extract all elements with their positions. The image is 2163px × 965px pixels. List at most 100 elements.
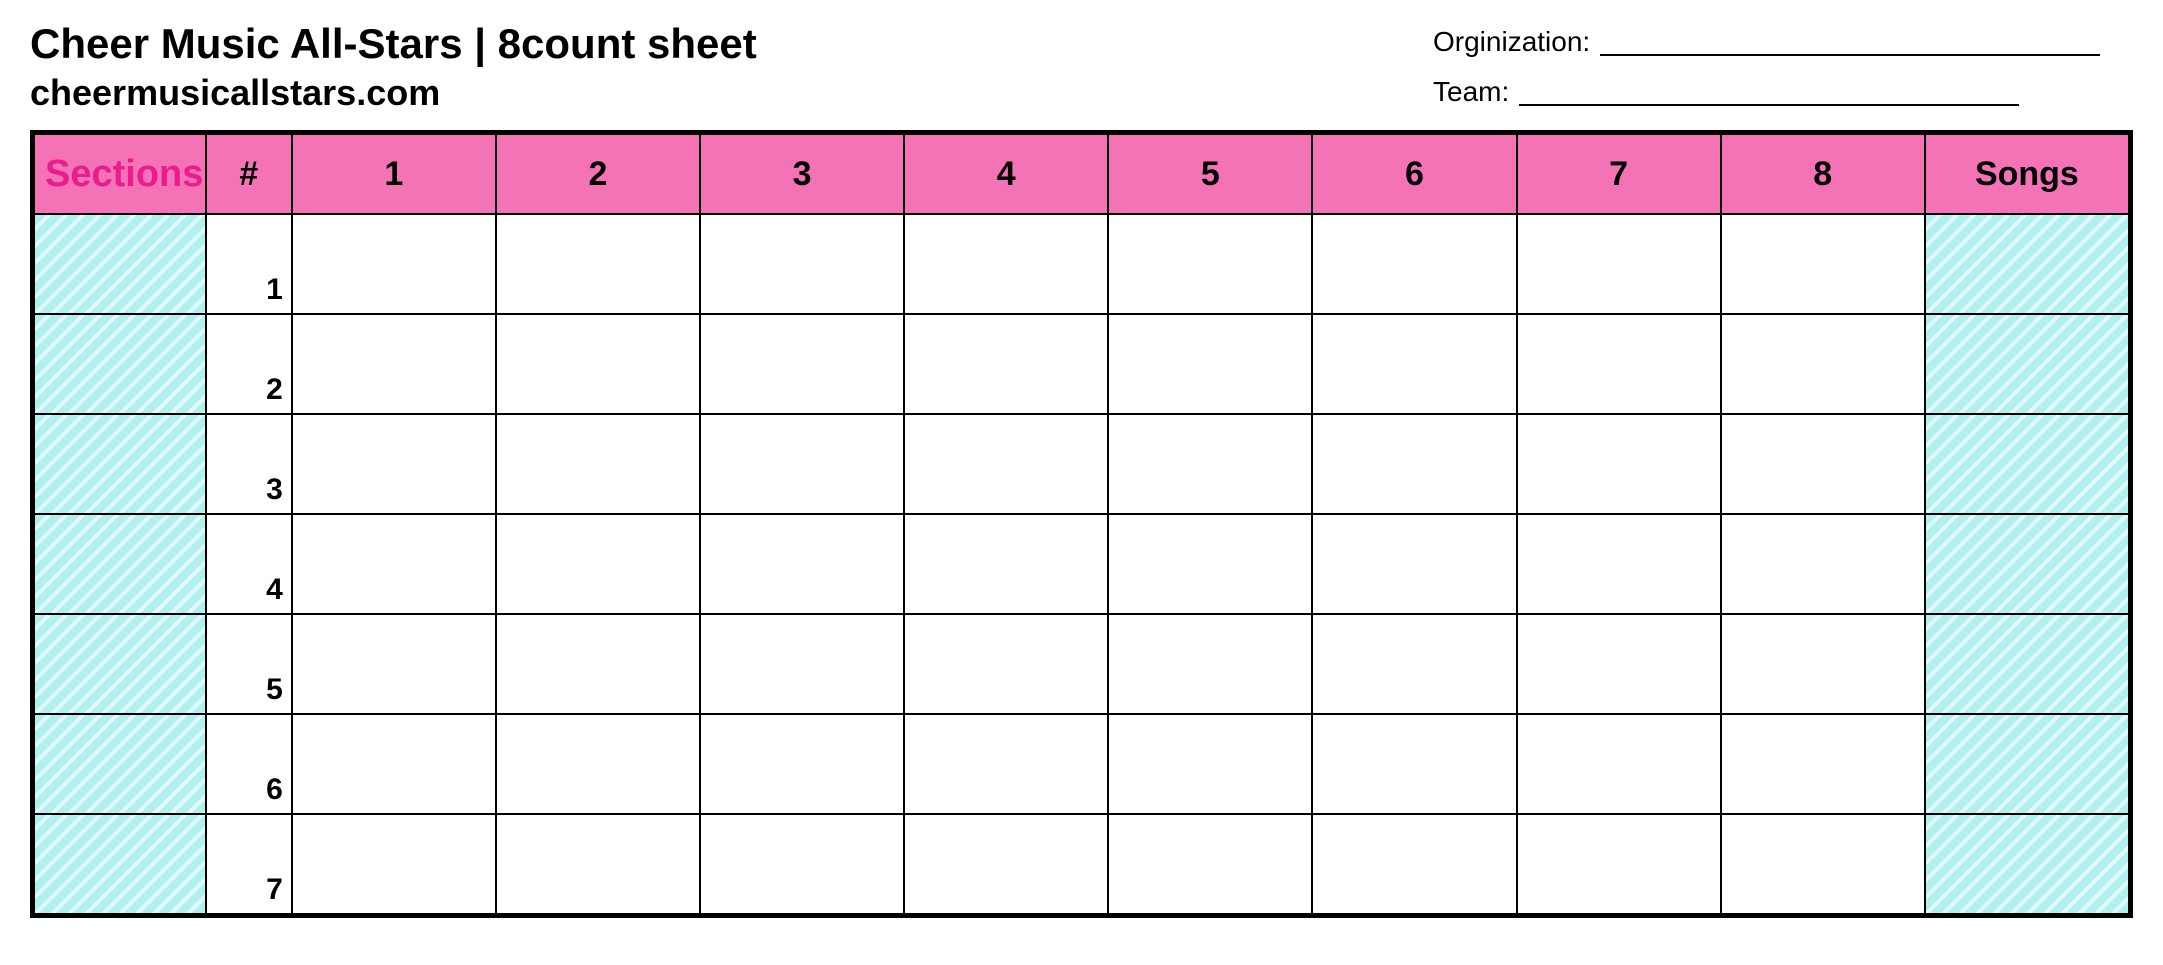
- cell-count-5-7[interactable]: [1517, 614, 1721, 714]
- cell-count-7-7[interactable]: [1517, 814, 1721, 914]
- cell-songs-1: [1925, 214, 2129, 314]
- org-row: Orginization:: [1433, 26, 2133, 58]
- cell-count-3-7[interactable]: [1517, 414, 1721, 514]
- cell-count-1-7[interactable]: [1517, 214, 1721, 314]
- cell-count-5-5[interactable]: [1108, 614, 1312, 714]
- cell-count-6-5[interactable]: [1108, 714, 1312, 814]
- col-header-5: 5: [1108, 134, 1312, 214]
- cell-count-6-1[interactable]: [292, 714, 496, 814]
- cell-count-1-5[interactable]: [1108, 214, 1312, 314]
- main-title: Cheer Music All-Stars | 8count sheet: [30, 20, 757, 68]
- cell-count-6-7[interactable]: [1517, 714, 1721, 814]
- cell-count-7-1[interactable]: [292, 814, 496, 914]
- cell-count-4-7[interactable]: [1517, 514, 1721, 614]
- col-header-sections: Sections: [34, 134, 206, 214]
- cell-count-6-6[interactable]: [1312, 714, 1516, 814]
- col-header-1: 1: [292, 134, 496, 214]
- cell-count-3-8[interactable]: [1721, 414, 1925, 514]
- cell-count-6-4[interactable]: [904, 714, 1108, 814]
- cell-count-1-8[interactable]: [1721, 214, 1925, 314]
- table-row: 4: [34, 514, 2129, 614]
- cell-count-2-6[interactable]: [1312, 314, 1516, 414]
- cell-count-4-4[interactable]: [904, 514, 1108, 614]
- form-fields: Orginization: Team:: [1433, 20, 2133, 108]
- col-header-7: 7: [1517, 134, 1721, 214]
- cell-sections-3: [34, 414, 206, 514]
- cell-count-7-6[interactable]: [1312, 814, 1516, 914]
- title-block: Cheer Music All-Stars | 8count sheet che…: [30, 20, 757, 114]
- cell-count-7-2[interactable]: [496, 814, 700, 914]
- sheet-table-container: Sections # 1 2 3 4 5 6 7 8 Songs 1234567: [30, 130, 2133, 918]
- cell-count-3-4[interactable]: [904, 414, 1108, 514]
- team-label: Team:: [1433, 76, 1509, 108]
- cell-sections-2: [34, 314, 206, 414]
- cell-count-1-4[interactable]: [904, 214, 1108, 314]
- cell-count-5-4[interactable]: [904, 614, 1108, 714]
- cell-count-3-3[interactable]: [700, 414, 904, 514]
- cell-count-1-2[interactable]: [496, 214, 700, 314]
- cell-count-6-3[interactable]: [700, 714, 904, 814]
- cell-count-4-1[interactable]: [292, 514, 496, 614]
- cell-count-5-1[interactable]: [292, 614, 496, 714]
- cell-count-1-3[interactable]: [700, 214, 904, 314]
- cell-count-7-4[interactable]: [904, 814, 1108, 914]
- cell-songs-2: [1925, 314, 2129, 414]
- cell-count-7-3[interactable]: [700, 814, 904, 914]
- col-header-num: #: [206, 134, 292, 214]
- cell-count-1-6[interactable]: [1312, 214, 1516, 314]
- cell-count-7-8[interactable]: [1721, 814, 1925, 914]
- cell-sections-4: [34, 514, 206, 614]
- cell-count-2-5[interactable]: [1108, 314, 1312, 414]
- col-header-8: 8: [1721, 134, 1925, 214]
- cell-count-1-1[interactable]: [292, 214, 496, 314]
- cell-count-6-8[interactable]: [1721, 714, 1925, 814]
- sheet-table: Sections # 1 2 3 4 5 6 7 8 Songs 1234567: [33, 133, 2130, 915]
- cell-num-1: 1: [206, 214, 292, 314]
- cell-num-3: 3: [206, 414, 292, 514]
- col-header-6: 6: [1312, 134, 1516, 214]
- col-header-songs: Songs: [1925, 134, 2129, 214]
- cell-count-2-7[interactable]: [1517, 314, 1721, 414]
- col-header-3: 3: [700, 134, 904, 214]
- cell-count-4-6[interactable]: [1312, 514, 1516, 614]
- col-header-2: 2: [496, 134, 700, 214]
- table-row: 5: [34, 614, 2129, 714]
- header-row: Sections # 1 2 3 4 5 6 7 8 Songs: [34, 134, 2129, 214]
- cell-count-2-3[interactable]: [700, 314, 904, 414]
- cell-count-4-2[interactable]: [496, 514, 700, 614]
- cell-sections-1: [34, 214, 206, 314]
- cell-count-4-5[interactable]: [1108, 514, 1312, 614]
- cell-sections-7: [34, 814, 206, 914]
- cell-count-6-2[interactable]: [496, 714, 700, 814]
- cell-count-5-6[interactable]: [1312, 614, 1516, 714]
- cell-num-4: 4: [206, 514, 292, 614]
- cell-count-3-2[interactable]: [496, 414, 700, 514]
- cell-num-6: 6: [206, 714, 292, 814]
- table-row: 1: [34, 214, 2129, 314]
- cell-count-2-4[interactable]: [904, 314, 1108, 414]
- cell-songs-6: [1925, 714, 2129, 814]
- cell-num-2: 2: [206, 314, 292, 414]
- cell-count-7-5[interactable]: [1108, 814, 1312, 914]
- table-row: 3: [34, 414, 2129, 514]
- cell-count-3-1[interactable]: [292, 414, 496, 514]
- cell-count-5-2[interactable]: [496, 614, 700, 714]
- cell-count-4-3[interactable]: [700, 514, 904, 614]
- cell-count-2-1[interactable]: [292, 314, 496, 414]
- cell-count-5-8[interactable]: [1721, 614, 1925, 714]
- org-input[interactable]: [1600, 28, 2100, 56]
- cell-count-2-8[interactable]: [1721, 314, 1925, 414]
- team-input[interactable]: [1519, 78, 2019, 106]
- cell-count-2-2[interactable]: [496, 314, 700, 414]
- subtitle: cheermusicallstars.com: [30, 72, 757, 114]
- cell-count-3-5[interactable]: [1108, 414, 1312, 514]
- cell-sections-6: [34, 714, 206, 814]
- org-label: Orginization:: [1433, 26, 1590, 58]
- cell-count-4-8[interactable]: [1721, 514, 1925, 614]
- team-row: Team:: [1433, 76, 2133, 108]
- cell-songs-5: [1925, 614, 2129, 714]
- table-row: 6: [34, 714, 2129, 814]
- table-row: 7: [34, 814, 2129, 914]
- cell-count-3-6[interactable]: [1312, 414, 1516, 514]
- cell-count-5-3[interactable]: [700, 614, 904, 714]
